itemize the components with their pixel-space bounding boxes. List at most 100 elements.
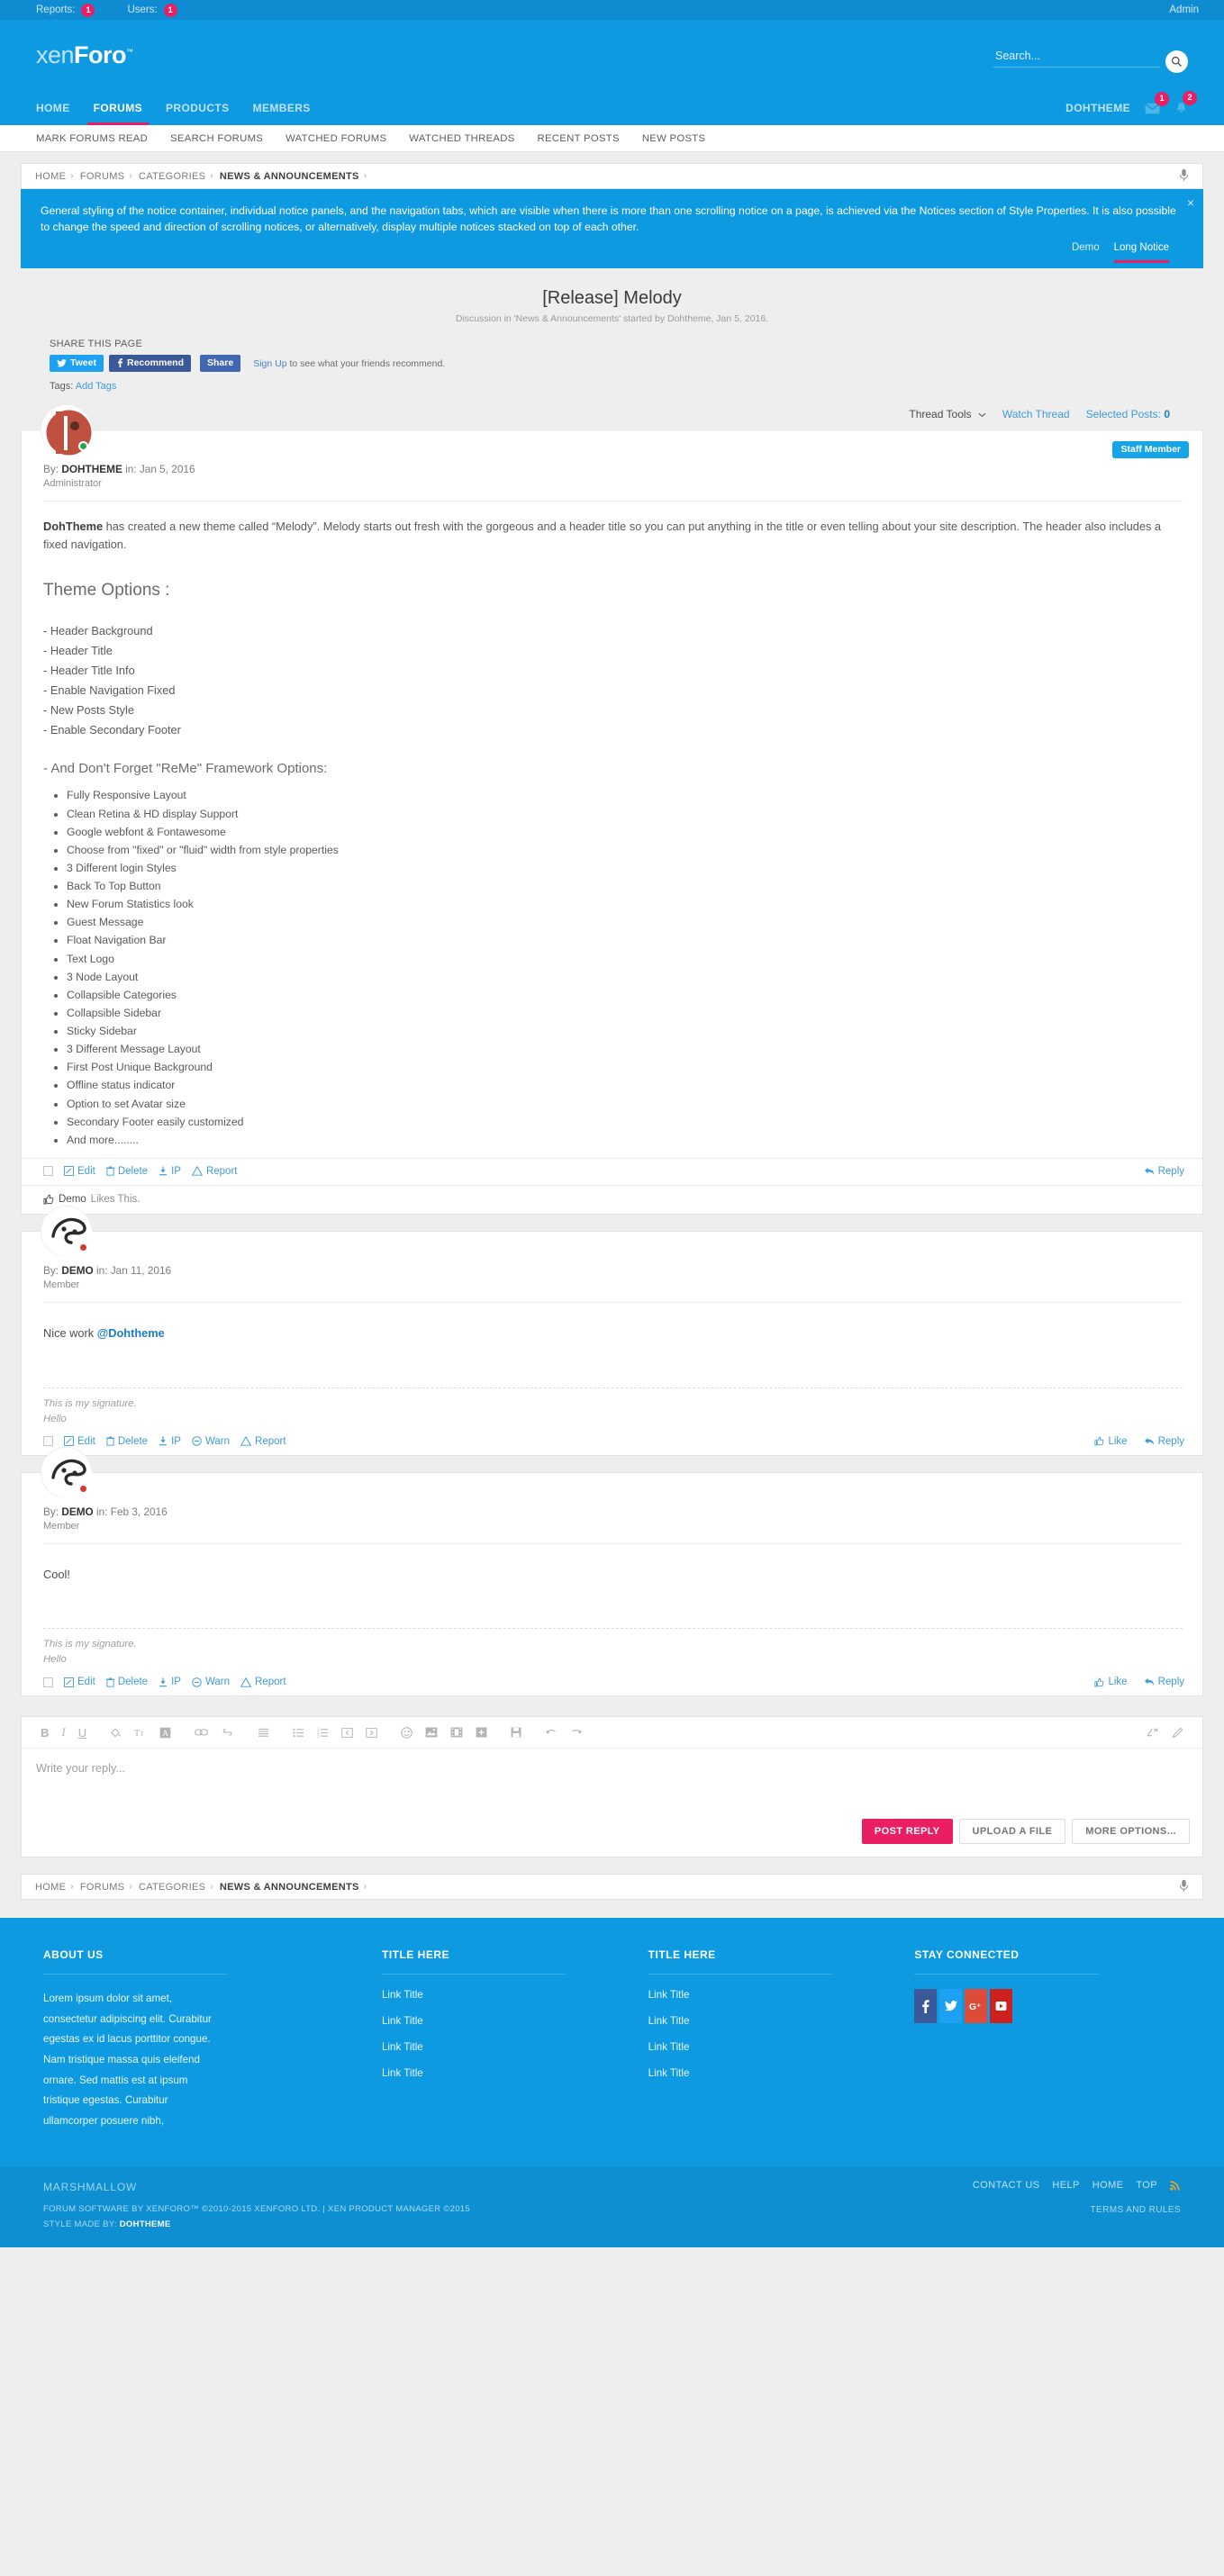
breadcrumb-item[interactable]: NEWS & ANNOUNCEMENTS — [220, 171, 359, 182]
nav-tab-home[interactable]: HOME — [36, 91, 82, 125]
notice-tab-long-notice[interactable]: Long Notice — [1113, 240, 1169, 264]
font-size-icon[interactable]: TT — [128, 1727, 153, 1739]
breadcrumb-item[interactable]: HOME — [35, 171, 66, 182]
subnav-watched-threads[interactable]: WATCHED THREADS — [409, 133, 514, 144]
breadcrumb-item[interactable]: HOME — [35, 1882, 66, 1893]
nav-tab-members[interactable]: MEMBERS — [241, 91, 322, 125]
reply-button[interactable]: Reply — [1144, 1166, 1184, 1177]
footer-link[interactable]: Link Title — [648, 1989, 890, 2001]
ip-link[interactable]: IP — [159, 1677, 181, 1687]
reply-button[interactable]: Reply — [1144, 1677, 1184, 1687]
breadcrumb-item[interactable]: CATEGORIES — [139, 1882, 205, 1893]
toggle-bbcode-icon[interactable] — [1165, 1727, 1190, 1739]
reply-textarea[interactable]: Write your reply... — [22, 1749, 1202, 1810]
facebook-icon[interactable] — [914, 1989, 938, 2024]
emoji-icon[interactable] — [394, 1727, 419, 1739]
breadcrumb-item[interactable]: FORUMS — [80, 171, 124, 182]
share-button[interactable]: Share — [200, 355, 241, 373]
footer-bottom-link[interactable]: CONTACT US — [973, 2180, 1040, 2193]
bullet-list-icon[interactable] — [286, 1728, 311, 1738]
footer-link[interactable]: Link Title — [648, 2015, 890, 2027]
alerts-icon[interactable]: 2 — [1174, 90, 1197, 115]
edit-link[interactable]: Edit — [64, 1677, 95, 1687]
inbox-icon[interactable]: 1 — [1145, 91, 1169, 114]
breadcrumb-item[interactable]: NEWS & ANNOUNCEMENTS — [220, 1882, 359, 1893]
delete-link[interactable]: Delete — [106, 1166, 148, 1177]
report-link[interactable]: Report — [240, 1677, 286, 1687]
like-button[interactable]: Like — [1094, 1677, 1128, 1687]
nav-tab-products[interactable]: PRODUCTS — [154, 91, 241, 125]
footer-bottom-link[interactable]: HELP — [1052, 2180, 1079, 2193]
recommend-button[interactable]: Recommend — [108, 355, 191, 373]
footer-link[interactable]: Link Title — [648, 2041, 890, 2053]
copyright-line-2-brand[interactable]: DOHTHEME — [120, 2219, 171, 2229]
user-mention-link[interactable]: @Dohtheme — [97, 1326, 165, 1340]
undo-icon[interactable] — [539, 1728, 564, 1737]
footer-bottom-link[interactable]: TOP — [1136, 2180, 1157, 2193]
post-select-checkbox[interactable] — [43, 1166, 53, 1177]
tweet-button[interactable]: Tweet — [50, 355, 104, 373]
edit-link[interactable]: Edit — [64, 1436, 95, 1447]
add-tags-link[interactable]: Add Tags — [76, 381, 117, 392]
twitter-icon[interactable] — [939, 1989, 963, 2024]
text-color-icon[interactable] — [104, 1727, 128, 1739]
post-select-checkbox[interactable] — [43, 1436, 53, 1447]
thread-tools-button[interactable]: Thread Tools — [909, 408, 986, 420]
save-draft-icon[interactable] — [504, 1727, 528, 1738]
remove-formatting-icon[interactable] — [1140, 1727, 1165, 1738]
youtube-icon[interactable] — [990, 1989, 1013, 2024]
microphone-icon[interactable] — [1179, 168, 1189, 185]
numbered-list-icon[interactable]: 123 — [311, 1728, 335, 1738]
breadcrumb-item[interactable]: FORUMS — [80, 1882, 124, 1893]
ip-link[interactable]: IP — [159, 1436, 181, 1447]
unlink-icon[interactable] — [214, 1728, 240, 1737]
post-author[interactable]: DEMO — [61, 1264, 93, 1277]
rss-icon[interactable] — [1170, 2180, 1181, 2193]
selected-posts[interactable]: Selected Posts: 0 — [1086, 408, 1170, 420]
search-input[interactable] — [993, 48, 1160, 68]
redo-icon[interactable] — [564, 1728, 589, 1737]
microphone-icon[interactable] — [1179, 1879, 1189, 1895]
report-link[interactable]: Report — [240, 1436, 286, 1447]
footer-link[interactable]: Link Title — [648, 2067, 890, 2079]
outdent-icon[interactable] — [335, 1727, 359, 1738]
search-button[interactable] — [1165, 50, 1188, 73]
footer-link[interactable]: Link Title — [382, 1989, 623, 2001]
italic-icon[interactable]: I — [55, 1725, 71, 1740]
subnav-watched-forums[interactable]: WATCHED FORUMS — [286, 133, 386, 144]
subnav-mark-forums-read[interactable]: MARK FORUMS READ — [36, 133, 148, 144]
footer-link[interactable]: Link Title — [382, 2041, 623, 2053]
site-logo[interactable]: xenForo™ — [36, 43, 133, 68]
ip-link[interactable]: IP — [159, 1166, 181, 1177]
footer-bottom-link[interactable]: HOME — [1093, 2180, 1124, 2193]
more-options-button[interactable]: MORE OPTIONS... — [1072, 1819, 1190, 1845]
subnav-recent-posts[interactable]: RECENT POSTS — [538, 133, 620, 144]
delete-link[interactable]: Delete — [106, 1436, 148, 1447]
google-plus-icon[interactable]: G + — [965, 1989, 988, 2024]
align-icon[interactable] — [251, 1728, 276, 1738]
like-button[interactable]: Like — [1094, 1436, 1128, 1447]
post-select-checkbox[interactable] — [43, 1677, 53, 1687]
upload-file-button[interactable]: UPLOAD A FILE — [958, 1819, 1066, 1845]
indent-icon[interactable] — [359, 1727, 384, 1738]
likes-user[interactable]: Demo — [59, 1194, 86, 1205]
underline-icon[interactable]: U — [72, 1726, 93, 1740]
post-author[interactable]: DEMO — [61, 1505, 93, 1518]
report-link[interactable]: Report — [191, 1166, 237, 1177]
insert-table-icon[interactable] — [469, 1727, 494, 1738]
link-icon[interactable] — [188, 1728, 214, 1737]
edit-link[interactable]: Edit — [64, 1166, 95, 1177]
watch-thread-link[interactable]: Watch Thread — [1002, 408, 1070, 420]
signup-link[interactable]: Sign Up — [253, 358, 286, 369]
nav-tab-forums[interactable]: FORUMS — [82, 91, 154, 125]
insert-image-icon[interactable] — [419, 1727, 444, 1738]
footer-link[interactable]: Link Title — [382, 2015, 623, 2027]
admin-link[interactable]: Admin — [1169, 5, 1199, 15]
admin-users[interactable]: Users: 1 — [127, 3, 177, 17]
delete-link[interactable]: Delete — [106, 1677, 148, 1687]
warn-link[interactable]: Warn — [192, 1436, 230, 1447]
post-reply-button[interactable]: POST REPLY — [861, 1819, 953, 1845]
subnav-search-forums[interactable]: SEARCH FORUMS — [170, 133, 263, 144]
breadcrumb-item[interactable]: CATEGORIES — [139, 171, 205, 182]
nav-username[interactable]: DOHTHEME — [1065, 102, 1130, 114]
